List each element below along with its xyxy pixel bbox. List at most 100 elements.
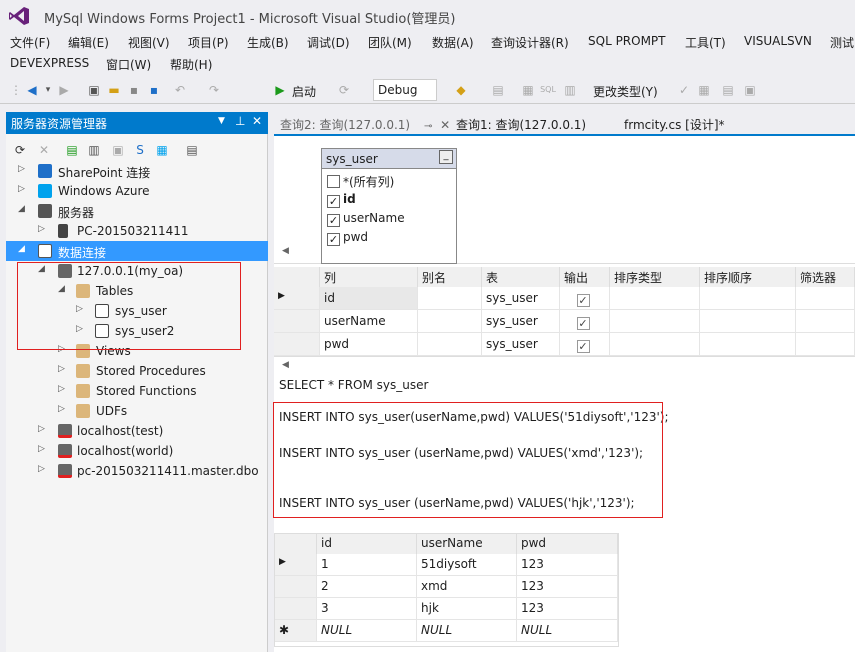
- menu-build[interactable]: 生成(B): [247, 34, 289, 51]
- menu-team[interactable]: 团队(M): [368, 34, 412, 51]
- output-checkbox[interactable]: ✓: [560, 333, 610, 356]
- open-folder-icon[interactable]: ▬: [106, 81, 122, 99]
- save-icon[interactable]: ▪: [126, 81, 142, 99]
- back-icon[interactable]: ◀: [24, 81, 40, 99]
- add-table-icon[interactable]: ▣: [742, 81, 758, 99]
- tree-item-pc[interactable]: ▷ PC-201503211411: [6, 221, 268, 241]
- criteria-cell[interactable]: sys_user: [482, 287, 560, 310]
- expand-arrow-icon[interactable]: ▷: [38, 424, 48, 434]
- refresh-icon[interactable]: ⟳: [12, 141, 28, 159]
- result-cell[interactable]: 3: [317, 598, 417, 620]
- column-header[interactable]: 别名: [418, 267, 482, 287]
- column-header[interactable]: userName: [417, 534, 517, 554]
- close-icon[interactable]: ✕: [440, 118, 450, 132]
- criteria-cell[interactable]: [610, 333, 700, 356]
- result-cell[interactable]: NULL: [317, 620, 417, 642]
- change-type-button[interactable]: 更改类型(Y): [593, 83, 658, 100]
- find-icon[interactable]: ◆: [453, 81, 469, 99]
- result-cell[interactable]: 123: [517, 554, 618, 576]
- tree-item-windows-azure[interactable]: ▷ Windows Azure: [6, 181, 268, 201]
- menu-test[interactable]: 测试: [830, 34, 854, 51]
- expand-arrow-icon[interactable]: ▷: [18, 164, 28, 174]
- column-header[interactable]: 表: [482, 267, 560, 287]
- tab-query2[interactable]: 查询2: 查询(127.0.0.1) ⊸ ✕: [274, 112, 457, 134]
- sharepoint-connect-icon[interactable]: S: [132, 141, 148, 159]
- criteria-cell[interactable]: [700, 287, 796, 310]
- result-cell[interactable]: hjk: [417, 598, 517, 620]
- menu-query-designer[interactable]: 查询设计器(R): [491, 34, 569, 51]
- result-cell[interactable]: 123: [517, 598, 618, 620]
- output-checkbox[interactable]: ✓: [560, 287, 610, 310]
- minimize-icon[interactable]: _: [439, 150, 453, 164]
- start-label[interactable]: 启动: [292, 83, 316, 100]
- tree-item-udfs[interactable]: ▷ UDFs: [6, 401, 268, 421]
- result-cell[interactable]: NULL: [417, 620, 517, 642]
- menu-sql-prompt[interactable]: SQL PROMPT: [588, 34, 666, 48]
- criteria-cell[interactable]: [418, 287, 482, 310]
- verify-sql-icon[interactable]: ▦: [696, 81, 712, 99]
- column-header[interactable]: 输出: [560, 267, 610, 287]
- column-checkbox-username[interactable]: ✓ userName: [327, 211, 405, 230]
- check-icon[interactable]: ✓: [327, 233, 340, 246]
- menu-debug[interactable]: 调试(D): [307, 34, 350, 51]
- menu-tools[interactable]: 工具(T): [685, 34, 726, 51]
- result-cell[interactable]: xmd: [417, 576, 517, 598]
- criteria-cell[interactable]: [610, 310, 700, 333]
- windows-azure-icon[interactable]: ▦: [154, 141, 170, 159]
- criteria-cell[interactable]: [610, 287, 700, 310]
- menu-visualsvn[interactable]: VISUALSVN: [744, 34, 812, 48]
- pin-icon[interactable]: ⊸: [424, 121, 432, 132]
- tree-item-localhost-test[interactable]: ▷ localhost(test): [6, 421, 268, 441]
- result-cell[interactable]: 1: [317, 554, 417, 576]
- pin-icon[interactable]: ⊥: [235, 114, 245, 128]
- tree-item-sharepoint[interactable]: ▷ SharePoint 连接: [6, 161, 268, 181]
- forward-icon[interactable]: ▶: [56, 81, 72, 99]
- connect-database-icon[interactable]: ▤: [64, 141, 80, 159]
- close-icon[interactable]: ✕: [252, 114, 262, 128]
- menu-edit[interactable]: 编辑(E): [68, 34, 109, 51]
- properties-icon[interactable]: ▤: [184, 141, 200, 159]
- collapse-arrow-icon[interactable]: ◢: [18, 204, 28, 214]
- save-all-icon[interactable]: ▪: [146, 81, 162, 99]
- menu-view[interactable]: 视图(V): [128, 34, 170, 51]
- checkbox-icon[interactable]: [327, 175, 340, 188]
- config-select[interactable]: Debug: [373, 79, 437, 101]
- dropdown-arrow-icon[interactable]: ▾: [40, 81, 56, 99]
- panel-menu-icon[interactable]: ▼: [218, 116, 225, 126]
- criteria-cell[interactable]: [418, 310, 482, 333]
- check-icon[interactable]: ✓: [576, 340, 590, 353]
- column-checkbox-all[interactable]: *(所有列): [327, 173, 394, 192]
- criteria-cell[interactable]: userName: [320, 310, 418, 333]
- redo-icon[interactable]: ↷: [206, 81, 222, 99]
- criteria-cell[interactable]: [796, 310, 855, 333]
- expand-arrow-icon[interactable]: ▷: [58, 384, 68, 394]
- column-header[interactable]: pwd: [517, 534, 618, 554]
- tree-item-master-dbo[interactable]: ▷ pc-201503211411.master.dbo: [6, 461, 268, 481]
- expand-arrow-icon[interactable]: ▷: [58, 364, 68, 374]
- menu-project[interactable]: 项目(P): [188, 34, 229, 51]
- sql-pane[interactable]: SELECT * FROM sys_user INSERT INTO sys_u…: [273, 374, 855, 524]
- criteria-cell[interactable]: [418, 333, 482, 356]
- column-header[interactable]: 筛选器: [796, 267, 855, 287]
- check-icon[interactable]: ✓: [327, 195, 340, 208]
- output-checkbox[interactable]: ✓: [560, 310, 610, 333]
- results-pane-icon[interactable]: ▥: [562, 81, 578, 99]
- criteria-cell[interactable]: [700, 333, 796, 356]
- expand-arrow-icon[interactable]: ▷: [58, 404, 68, 414]
- result-cell[interactable]: 2: [317, 576, 417, 598]
- tab-frmcity-design[interactable]: frmcity.cs [设计]*: [618, 112, 731, 134]
- scroll-left-icon[interactable]: ◀: [282, 246, 289, 256]
- criteria-cell[interactable]: [796, 287, 855, 310]
- check-icon[interactable]: ✓: [576, 294, 590, 307]
- expand-arrow-icon[interactable]: ▷: [38, 224, 48, 234]
- criteria-cell[interactable]: sys_user: [482, 310, 560, 333]
- diagram-pane-icon[interactable]: ▤: [490, 81, 506, 99]
- undo-icon[interactable]: ↶: [172, 81, 188, 99]
- table-diagram-header[interactable]: sys_user _: [322, 149, 456, 169]
- criteria-cell[interactable]: pwd: [320, 333, 418, 356]
- table-diagram[interactable]: sys_user _ *(所有列) ✓ id ✓ userName ✓ pwd: [321, 148, 457, 264]
- column-header[interactable]: 列: [320, 267, 418, 287]
- column-checkbox-pwd[interactable]: ✓ pwd: [327, 230, 368, 249]
- start-icon[interactable]: ▶: [272, 81, 288, 99]
- tree-item-stored-procedures[interactable]: ▷ Stored Procedures: [6, 361, 268, 381]
